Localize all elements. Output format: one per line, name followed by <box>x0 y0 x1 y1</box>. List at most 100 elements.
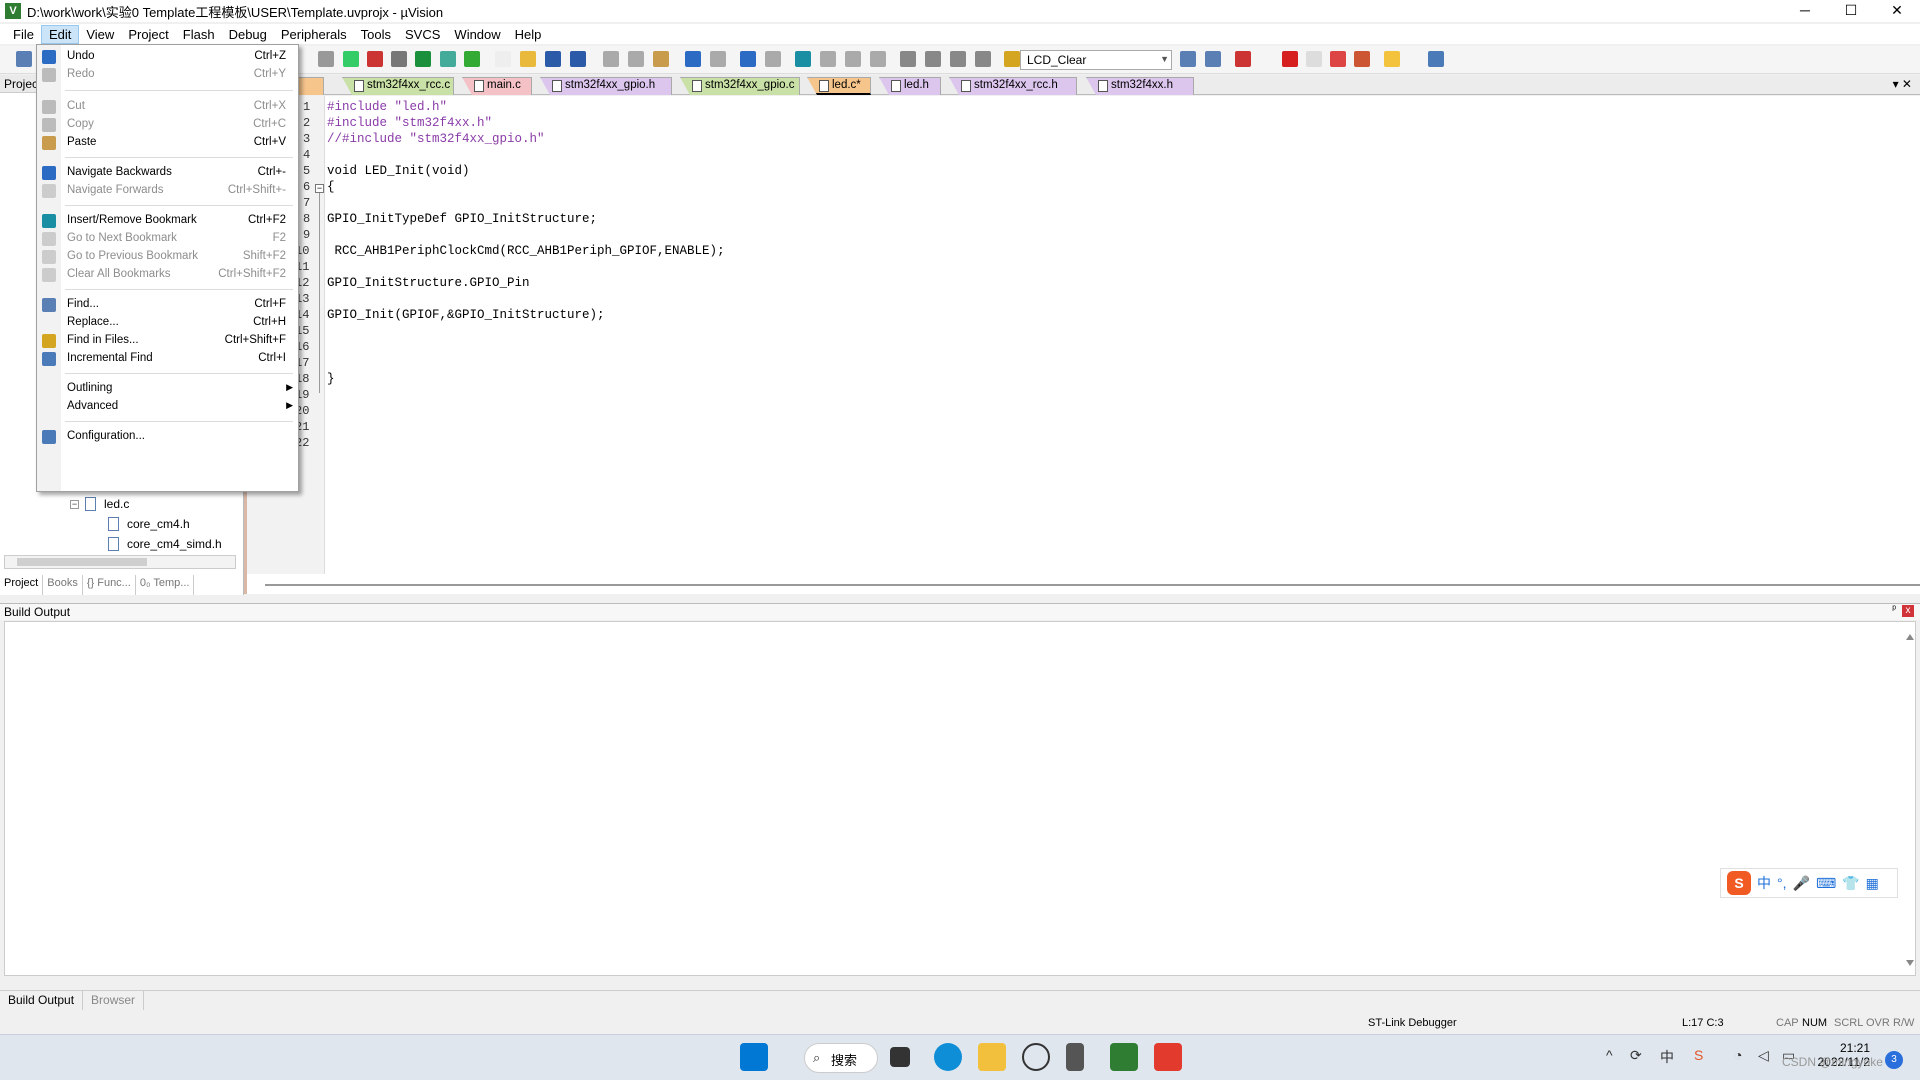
code-line[interactable]: { <box>327 180 335 194</box>
project-horizontal-scrollbar[interactable] <box>4 555 236 569</box>
code-line[interactable]: RCC_AHB1PeriphClockCmd(RCC_AHB1Periph_GP… <box>327 244 725 258</box>
menu-item-insert-remove-bookmark[interactable]: Insert/Remove Bookmark Ctrl+F2 <box>37 211 298 231</box>
unindent-icon[interactable] <box>925 51 941 67</box>
uncomment-icon[interactable] <box>975 51 991 67</box>
uvision-taskbar-icon[interactable] <box>1110 1043 1138 1071</box>
editor-tab-led-c-[interactable]: led.c* <box>807 77 871 95</box>
notification-badge[interactable]: 3 <box>1885 1051 1903 1069</box>
disable-breakpoint-icon[interactable] <box>1306 51 1322 67</box>
menu-item-incremental-find[interactable]: Incremental Find Ctrl+I <box>37 349 298 369</box>
code-line[interactable]: #include "led.h" <box>327 100 447 114</box>
search-toolbar-icon[interactable] <box>1180 51 1196 67</box>
collapse-icon[interactable]: − <box>70 499 79 509</box>
tab-browser[interactable]: Browser <box>83 991 145 1010</box>
scroll-thumb[interactable] <box>17 558 147 566</box>
save-all-icon[interactable] <box>570 51 586 67</box>
debug-start-icon[interactable] <box>1235 51 1251 67</box>
breakpoint-icon[interactable] <box>1282 51 1298 67</box>
undo-icon[interactable] <box>685 51 701 67</box>
ime-toolbar[interactable]: S 中 °, 🎤 ⌨ 👕 ▦ <box>1720 868 1898 898</box>
tree-item-led-c[interactable]: − led.c <box>70 497 129 511</box>
function-combo[interactable]: LCD_Clear ▼ <box>1020 50 1172 70</box>
build-output-panel[interactable] <box>4 621 1916 976</box>
cut-icon[interactable] <box>603 51 619 67</box>
edge-icon[interactable] <box>934 1043 962 1071</box>
comment-icon[interactable] <box>950 51 966 67</box>
menu-item-navigate-forwards[interactable]: Navigate Forwards Ctrl+Shift+- <box>37 181 298 201</box>
editor-tab-stm32f4xx-rcc-h[interactable]: stm32f4xx_rcc.h <box>949 77 1077 95</box>
menu-view[interactable]: View <box>79 26 121 43</box>
menu-item-redo[interactable]: Redo Ctrl+Y <box>37 65 298 85</box>
menu-project[interactable]: Project <box>121 26 175 43</box>
ime-tray-icon[interactable]: 中 <box>1660 1047 1674 1067</box>
menu-help[interactable]: Help <box>508 26 549 43</box>
close-button[interactable]: ✕ <box>1874 0 1920 22</box>
tree-item-core-cm4-h[interactable]: core_cm4.h <box>108 517 190 531</box>
editor-tab-stm32f4xx-gpio-c[interactable]: stm32f4xx_gpio.c <box>680 77 800 95</box>
start-icon[interactable] <box>740 1043 768 1071</box>
save-icon[interactable] <box>545 51 561 67</box>
code-line[interactable]: #include "stm32f4xx.h" <box>327 116 492 130</box>
code-line[interactable]: GPIO_Init(GPIOF,&GPIO_InitStructure); <box>327 308 605 322</box>
menu-item-copy[interactable]: Copy Ctrl+C <box>37 115 298 135</box>
microphone-icon[interactable]: 🎤 <box>1793 875 1810 892</box>
tree-item-core-cm4-simd-h[interactable]: core_cm4_simd.h <box>108 537 222 551</box>
tab-project[interactable]: Project <box>0 575 44 595</box>
pin-icon[interactable]: ᵖ <box>1892 604 1896 615</box>
nav-forward-icon[interactable] <box>765 51 781 67</box>
tab-strip-close-icon[interactable]: ▾ ✕ <box>1893 77 1912 91</box>
menu-peripherals[interactable]: Peripherals <box>274 26 354 43</box>
editor-tab-main-c[interactable]: main.c <box>462 77 532 95</box>
code-editor[interactable]: 1 2 3 4 5 6 7 8 9 10 11 12 13 14 15 16 17 18 19 20 21 22 − #i… <box>244 96 1920 594</box>
skin-icon[interactable]: 👕 <box>1842 875 1859 892</box>
menu-edit[interactable]: Edit <box>40 24 80 44</box>
ime-language-toggle[interactable]: 中 <box>1757 873 1771 893</box>
tab-templates[interactable]: 0₀ Temp... <box>136 575 195 595</box>
menu-item-cut[interactable]: Cut Ctrl+X <box>37 97 298 117</box>
nav-back-icon[interactable] <box>740 51 756 67</box>
redo-icon[interactable] <box>710 51 726 67</box>
code-line[interactable]: GPIO_InitStructure.GPIO_Pin <box>327 276 530 290</box>
menu-item-configuration[interactable]: Configuration... <box>37 427 298 447</box>
tab-books[interactable]: Books <box>43 575 83 595</box>
maximize-button[interactable]: ☐ <box>1828 0 1874 22</box>
code-line[interactable]: //#include "stm32f4xx_gpio.h" <box>327 132 545 146</box>
sogou-tray-icon[interactable]: S <box>1694 1047 1703 1063</box>
menu-item-find[interactable]: Find... Ctrl+F <box>37 295 298 315</box>
prev-bookmark-icon[interactable] <box>820 51 836 67</box>
window-layout-icon[interactable] <box>1384 51 1400 67</box>
wifi-icon[interactable]: ◔ <box>1734 1047 1742 1063</box>
menu-file[interactable]: File <box>6 26 41 43</box>
clear-bookmark-icon[interactable] <box>870 51 886 67</box>
menu-item-undo[interactable]: Undo Ctrl+Z <box>37 47 298 67</box>
toolbox-icon[interactable]: ▦ <box>1866 875 1879 892</box>
translate-icon[interactable] <box>16 51 32 67</box>
menu-item-replace[interactable]: Replace... Ctrl+H <box>37 313 298 333</box>
bookmark-icon[interactable] <box>795 51 811 67</box>
kill-all-icon[interactable] <box>1354 51 1370 67</box>
kill-breakpoints-icon[interactable] <box>1330 51 1346 67</box>
copy-icon[interactable] <box>628 51 644 67</box>
tab-functions[interactable]: {} Func... <box>83 575 136 595</box>
code-line[interactable]: void LED_Init(void) <box>327 164 470 178</box>
menu-item-go-to-next-bookmark[interactable]: Go to Next Bookmark F2 <box>37 229 298 249</box>
dell-icon[interactable] <box>1022 1043 1050 1071</box>
settings-wrench-icon[interactable] <box>1428 51 1444 67</box>
indent-icon[interactable] <box>900 51 916 67</box>
sync-icon[interactable]: ⟳ <box>1630 1047 1642 1064</box>
sogou-ime-logo[interactable]: S <box>1727 871 1751 895</box>
menu-debug[interactable]: Debug <box>222 26 274 43</box>
fold-toggle-icon[interactable]: − <box>315 184 324 193</box>
open-file-icon[interactable] <box>520 51 536 67</box>
build-icon[interactable] <box>343 51 359 67</box>
menu-window[interactable]: Window <box>447 26 507 43</box>
rebuild-icon[interactable] <box>367 51 383 67</box>
editor-tab-stm32f4xx-gpio-h[interactable]: stm32f4xx_gpio.h <box>540 77 672 95</box>
menu-item-clear-all-bookmarks[interactable]: Clear All Bookmarks Ctrl+Shift+F2 <box>37 265 298 285</box>
task-view-icon[interactable] <box>890 1047 910 1067</box>
next-bookmark-icon[interactable] <box>845 51 861 67</box>
menu-item-paste[interactable]: Paste Ctrl+V <box>37 133 298 153</box>
punctuation-icon[interactable]: °, <box>1777 875 1787 891</box>
menu-item-outlining[interactable]: Outlining ▶ <box>37 379 298 399</box>
file-explorer-icon[interactable] <box>978 1043 1006 1071</box>
